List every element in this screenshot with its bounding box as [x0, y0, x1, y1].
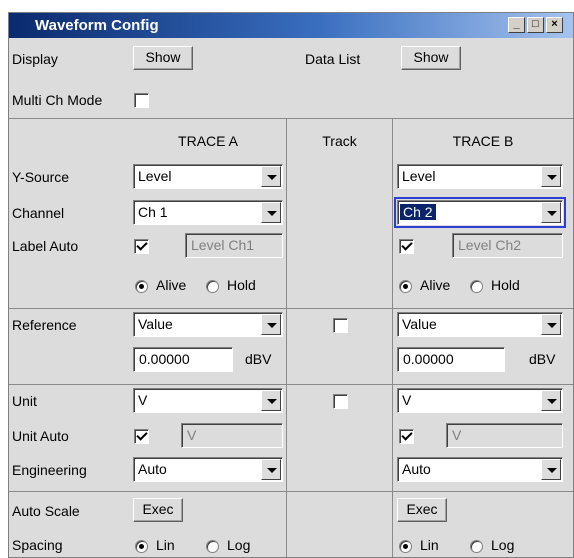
trace-b-unit-auto-field[interactable]: V: [446, 423, 563, 448]
unit-label: Unit: [12, 393, 37, 409]
chevron-down-icon[interactable]: [541, 314, 561, 335]
trace-b-y-source-select[interactable]: Level: [397, 164, 563, 189]
trace-b-unit-select[interactable]: V: [397, 388, 563, 413]
trace-a-exec-button[interactable]: Exec: [133, 498, 183, 522]
trace-a-reference-select[interactable]: Value: [133, 312, 283, 337]
trace-b-label-auto-checkbox[interactable]: [399, 239, 414, 254]
close-button[interactable]: ×: [546, 17, 563, 33]
trace-a-reference-value[interactable]: 0.00000: [133, 347, 233, 372]
trace-a-label-auto-checkbox[interactable]: [134, 239, 149, 254]
trace-a-hold-radio[interactable]: [206, 280, 219, 293]
chevron-down-icon[interactable]: [541, 390, 561, 411]
trace-b-label-field[interactable]: Level Ch2: [452, 233, 563, 258]
title-bar[interactable]: Waveform Config _ □ ×: [9, 13, 573, 38]
trace-a-channel-select[interactable]: Ch 1: [133, 200, 283, 225]
trace-b-engineering-select[interactable]: Auto: [397, 457, 563, 482]
chevron-down-icon[interactable]: [261, 459, 281, 480]
trace-a-unit-auto-checkbox[interactable]: [134, 429, 149, 444]
trace-b-exec-button[interactable]: Exec: [397, 498, 447, 522]
trace-b-header: TRACE B: [452, 133, 514, 149]
trace-b-channel-select[interactable]: Ch 2: [394, 197, 566, 228]
trace-a-header: TRACE A: [178, 133, 238, 149]
window-title: Waveform Config: [35, 17, 159, 34]
chevron-down-icon[interactable]: [261, 390, 281, 411]
trace-a-label-field[interactable]: Level Ch1: [185, 233, 283, 258]
trace-a-unit-select[interactable]: V: [133, 388, 283, 413]
trace-a-unit-auto-field[interactable]: V: [181, 423, 283, 448]
multi-ch-mode-label: Multi Ch Mode: [12, 92, 103, 108]
trace-a-log-radio[interactable]: [206, 540, 219, 553]
trace-b-unit-auto-checkbox[interactable]: [399, 429, 414, 444]
trace-a-alive-radio[interactable]: [135, 280, 148, 293]
trace-b-hold-label: Hold: [491, 277, 520, 293]
minimize-button[interactable]: _: [508, 17, 525, 33]
multi-ch-mode-checkbox[interactable]: [134, 93, 149, 108]
trace-a-hold-label: Hold: [227, 277, 256, 293]
maximize-button[interactable]: □: [527, 17, 544, 33]
chevron-down-icon[interactable]: [261, 314, 281, 335]
track-unit-checkbox[interactable]: [333, 394, 348, 409]
chevron-down-icon[interactable]: [541, 459, 561, 480]
channel-label: Channel: [12, 205, 65, 221]
trace-a-log-label: Log: [227, 537, 251, 553]
unit-auto-label: Unit Auto: [12, 428, 69, 444]
trace-b-hold-radio[interactable]: [470, 280, 483, 293]
trace-b-alive-radio[interactable]: [399, 280, 412, 293]
trace-b-log-label: Log: [491, 537, 515, 553]
data-list-show-button[interactable]: Show: [401, 46, 461, 70]
engineering-label: Engineering: [12, 462, 87, 478]
trace-b-lin-radio[interactable]: [399, 540, 412, 553]
chevron-down-icon[interactable]: [541, 202, 561, 223]
trace-a-engineering-select[interactable]: Auto: [133, 457, 283, 482]
reference-label: Reference: [12, 317, 77, 333]
waveform-config-window: Waveform Config _ □ × Display Show Data …: [8, 12, 574, 558]
trace-a-alive-label: Alive: [156, 277, 187, 293]
track-reference-checkbox[interactable]: [333, 318, 348, 333]
display-show-button[interactable]: Show: [133, 46, 193, 70]
trace-b-alive-label: Alive: [420, 277, 451, 293]
trace-b-reference-unit: dBV: [529, 351, 556, 367]
label-auto-label: Label Auto: [12, 238, 79, 254]
data-list-label: Data List: [305, 51, 361, 67]
trace-a-lin-label: Lin: [156, 537, 175, 553]
trace-b-log-radio[interactable]: [470, 540, 483, 553]
trace-a-reference-unit: dBV: [245, 351, 272, 367]
spacing-label: Spacing: [12, 537, 63, 553]
trace-b-reference-value[interactable]: 0.00000: [397, 347, 505, 372]
chevron-down-icon[interactable]: [261, 202, 281, 223]
trace-b-reference-select[interactable]: Value: [397, 312, 563, 337]
trace-a-lin-radio[interactable]: [135, 540, 148, 553]
display-label: Display: [12, 51, 58, 67]
track-header: Track: [322, 133, 357, 149]
chevron-down-icon[interactable]: [541, 166, 561, 187]
trace-a-y-source-select[interactable]: Level: [133, 164, 283, 189]
chevron-down-icon[interactable]: [261, 166, 281, 187]
y-source-label: Y-Source: [12, 169, 70, 185]
trace-b-lin-label: Lin: [420, 537, 439, 553]
auto-scale-label: Auto Scale: [12, 503, 80, 519]
